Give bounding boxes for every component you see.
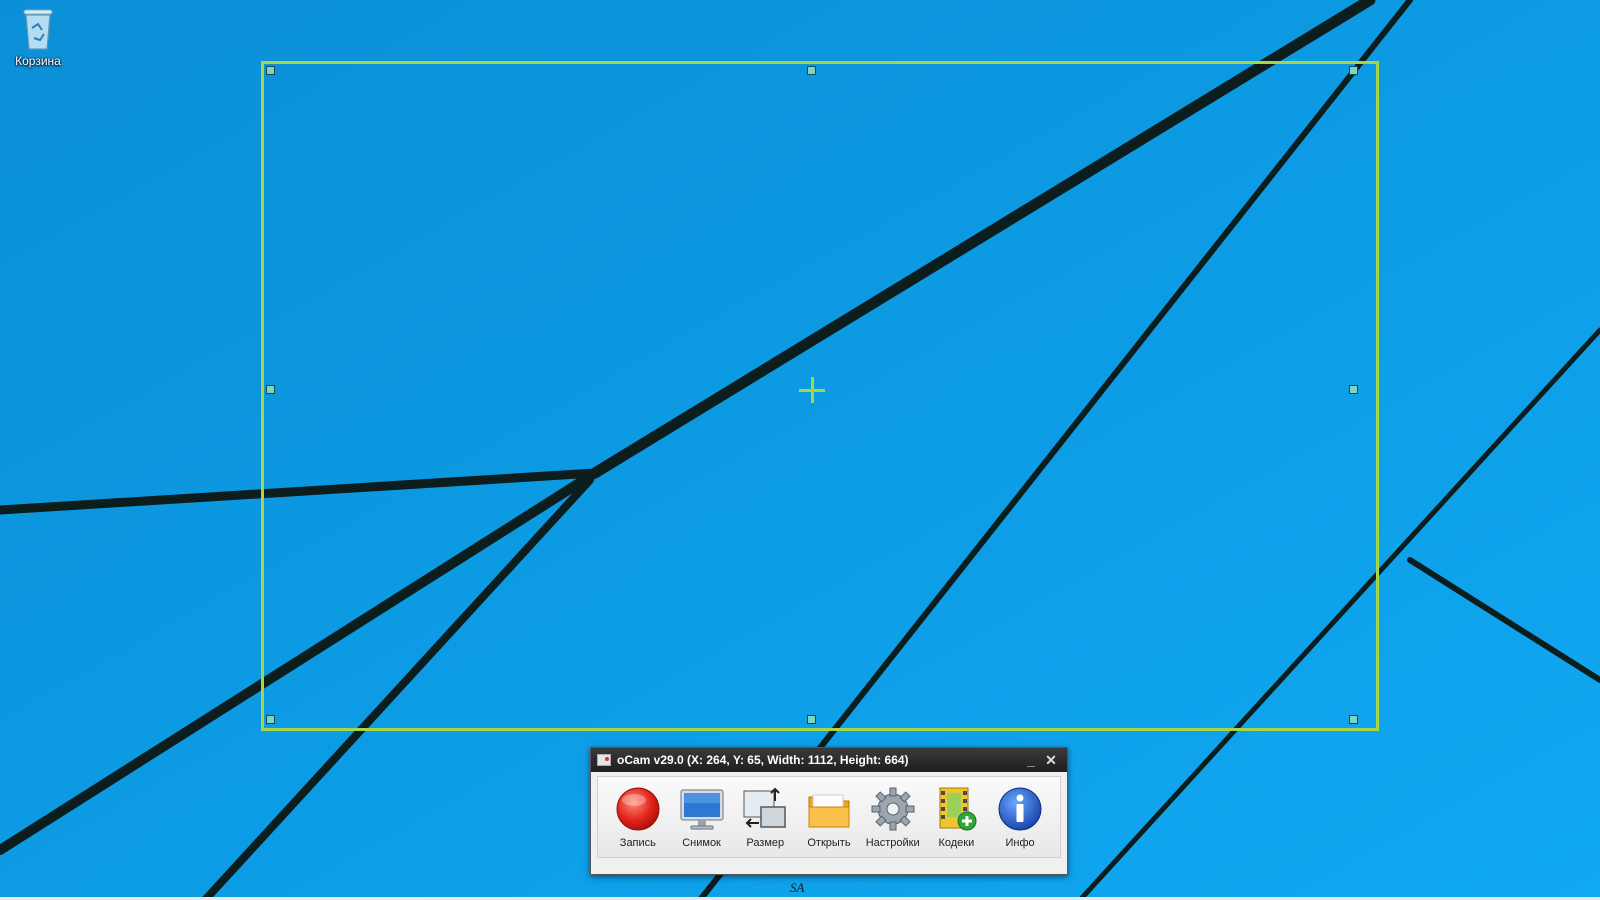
codecs-film-icon: [939, 787, 977, 831]
close-button[interactable]: ✕: [1041, 752, 1061, 769]
move-crosshair-icon[interactable]: [799, 377, 825, 403]
resize-handle-bottom-right[interactable]: [1349, 715, 1358, 724]
settings-button[interactable]: Настройки: [863, 785, 923, 857]
resize-handle-bottom-left[interactable]: [266, 715, 275, 724]
resize-icon: [743, 787, 786, 828]
capture-region-frame[interactable]: [261, 61, 1379, 731]
recycle-bin-label: Корзина: [15, 54, 61, 68]
resize-handle-top-left[interactable]: [266, 66, 275, 75]
screenshot-label: Снимок: [682, 837, 721, 849]
resize-handle-middle-right[interactable]: [1349, 385, 1358, 394]
ocam-app-icon: [597, 754, 611, 766]
resize-handle-middle-left[interactable]: [266, 385, 275, 394]
recycle-bin-icon: [23, 9, 53, 50]
folder-icon: [808, 794, 850, 828]
resize-label: Размер: [746, 837, 785, 849]
ocam-window: oCam v29.0 (X: 264, Y: 65, Width: 1112, …: [590, 747, 1068, 875]
ocam-toolbar: Запись Снимок Размер Открыть Настройки К…: [597, 776, 1061, 858]
record-label: Запись: [619, 837, 656, 849]
watermark-text: SA: [790, 880, 805, 895]
window-title: oCam v29.0 (X: 264, Y: 65, Width: 1112, …: [617, 753, 909, 767]
codecs-button[interactable]: Кодеки: [926, 785, 986, 857]
settings-label: Настройки: [865, 837, 920, 849]
resize-button[interactable]: Размер: [735, 785, 795, 857]
open-label: Открыть: [807, 837, 851, 849]
resize-handle-top-center[interactable]: [807, 66, 816, 75]
info-button[interactable]: Инфо: [990, 785, 1050, 857]
record-button[interactable]: Запись: [608, 785, 668, 857]
resize-handle-top-right[interactable]: [1349, 66, 1358, 75]
codecs-label: Кодеки: [938, 837, 975, 849]
minimize-button[interactable]: _: [1021, 752, 1041, 768]
record-icon: [616, 787, 660, 831]
info-icon: [998, 787, 1042, 831]
info-label: Инфо: [1005, 837, 1035, 849]
resize-handle-bottom-center[interactable]: [807, 715, 816, 724]
ocam-titlebar[interactable]: oCam v29.0 (X: 264, Y: 65, Width: 1112, …: [591, 748, 1067, 772]
screenshot-button[interactable]: Снимок: [672, 785, 732, 857]
open-button[interactable]: Открыть: [799, 785, 859, 857]
monitor-icon: [680, 789, 724, 830]
gear-icon: [871, 787, 915, 831]
recycle-bin-desktop-icon[interactable]: Корзина: [8, 6, 68, 68]
